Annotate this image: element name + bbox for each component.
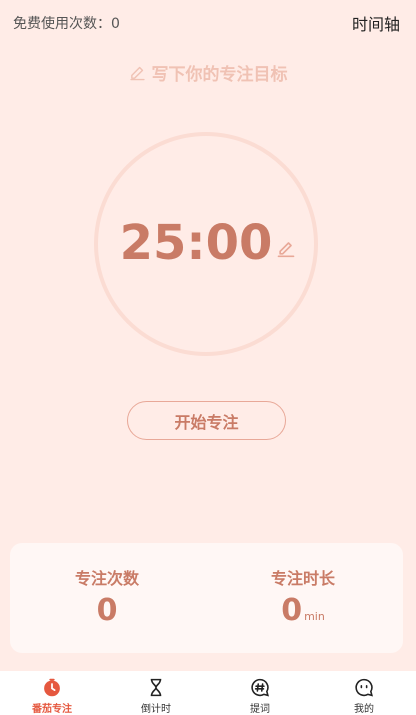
- focus-count-stat: 专注次数 0: [27, 565, 187, 628]
- face-bubble-icon: [355, 678, 373, 697]
- edit-timer-icon[interactable]: [276, 238, 296, 258]
- free-usage-count: 免费使用次数：0: [13, 16, 120, 32]
- tab-countdown[interactable]: 倒计时: [104, 671, 208, 715]
- tab-prompter[interactable]: 提词: [208, 671, 312, 715]
- focus-count-value: 0: [96, 593, 118, 628]
- focus-duration-label: 专注时长: [270, 569, 335, 588]
- focus-goal-placeholder: 写下你的专注目标: [151, 65, 288, 85]
- tab-pomodoro-label: 番茄专注: [32, 704, 72, 715]
- tab-mine[interactable]: 我的: [312, 671, 416, 715]
- tab-prompter-label: 提词: [250, 704, 270, 715]
- tab-countdown-label: 倒计时: [141, 704, 171, 715]
- focus-count-label: 专注次数: [74, 569, 139, 588]
- start-focus-button[interactable]: 开始专注: [127, 401, 286, 440]
- tab-mine-label: 我的: [354, 704, 374, 715]
- focus-duration-unit: min: [304, 610, 325, 623]
- stats-card: 专注次数 0 专注时长 0 min: [10, 543, 403, 653]
- timer-display: 25:00: [119, 215, 273, 271]
- hourglass-icon: [150, 678, 162, 697]
- focus-goal-input[interactable]: 写下你的专注目标: [0, 60, 416, 85]
- tomato-timer-icon: [44, 678, 60, 697]
- hashtag-bubble-icon: [251, 678, 269, 697]
- pencil-icon: [129, 66, 145, 81]
- focus-duration-stat: 专注时长 0 min: [223, 565, 383, 628]
- bottom-tab-bar: 番茄专注 倒计时 提词 我的: [0, 671, 416, 715]
- tab-pomodoro[interactable]: 番茄专注: [0, 671, 104, 715]
- focus-duration-value: 0: [281, 593, 303, 628]
- top-bar: 免费使用次数：0 时间轴: [0, 0, 416, 44]
- timer: 25:00: [0, 215, 416, 271]
- timeline-link[interactable]: 时间轴: [352, 11, 400, 35]
